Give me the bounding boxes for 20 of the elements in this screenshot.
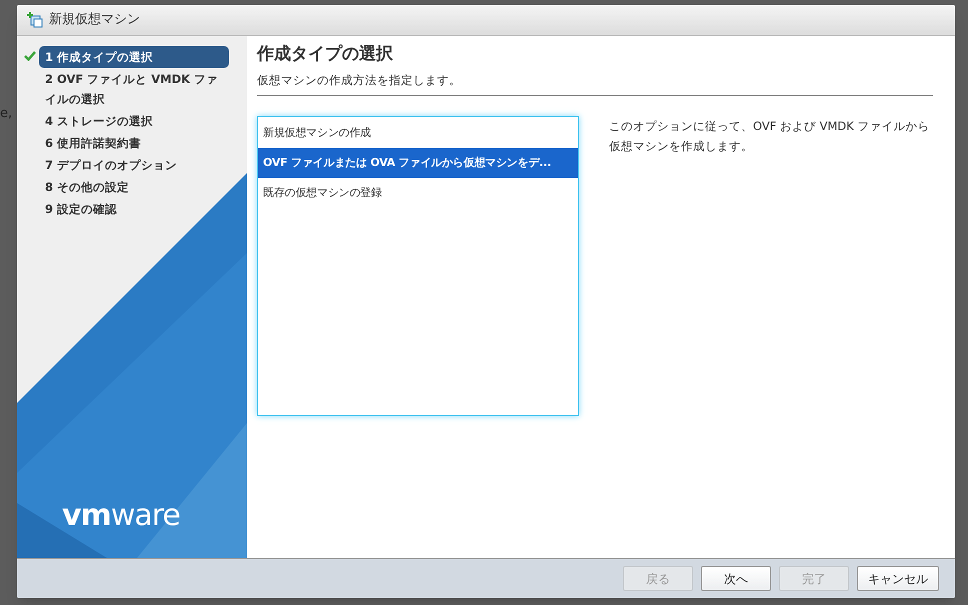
list-option[interactable]: OVF ファイルまたは OVA ファイルから仮想マシンをデ... xyxy=(258,148,578,178)
page-subtitle: 仮想マシンの作成方法を指定します。 xyxy=(257,72,933,96)
wizard-step[interactable]: 6 使用許諾契約書 xyxy=(39,132,229,154)
wizard-step[interactable]: 9 設定の確認 xyxy=(39,198,229,220)
creation-type-list[interactable]: 新規仮想マシンの作成 OVF ファイルまたは OVA ファイルから仮想マシンをデ... 既存の仮想マシンの登録 xyxy=(257,116,579,416)
window-title: 新規仮想マシン xyxy=(49,11,140,30)
page-title: 作成タイプの選択 xyxy=(257,43,394,66)
vmware-logo: vmware xyxy=(62,497,180,535)
wizard-step[interactable]: 2 OVF ファイルと VMDK ファイルの選択 xyxy=(39,68,229,110)
list-option[interactable]: 既存の仮想マシンの登録 xyxy=(258,178,578,208)
backdrop-text: e, xyxy=(0,105,12,123)
wizard-step[interactable]: 1 作成タイプの選択 xyxy=(39,46,229,68)
wizard-step[interactable]: 7 デプロイのオプション xyxy=(39,154,229,176)
dialog-button[interactable]: キャンセル xyxy=(857,566,939,591)
wizard-step[interactable]: 4 ストレージの選択 xyxy=(39,110,229,132)
option-description: このオプションに従って、OVF および VMDK ファイルから仮想マシンを作成します。 xyxy=(609,118,930,155)
dialog-button[interactable]: 次へ xyxy=(701,566,771,591)
wizard-step[interactable]: 8 その他の設定 xyxy=(39,176,229,198)
virtual-machine-icon xyxy=(27,12,43,28)
list-option[interactable]: 新規仮想マシンの作成 xyxy=(258,118,578,148)
